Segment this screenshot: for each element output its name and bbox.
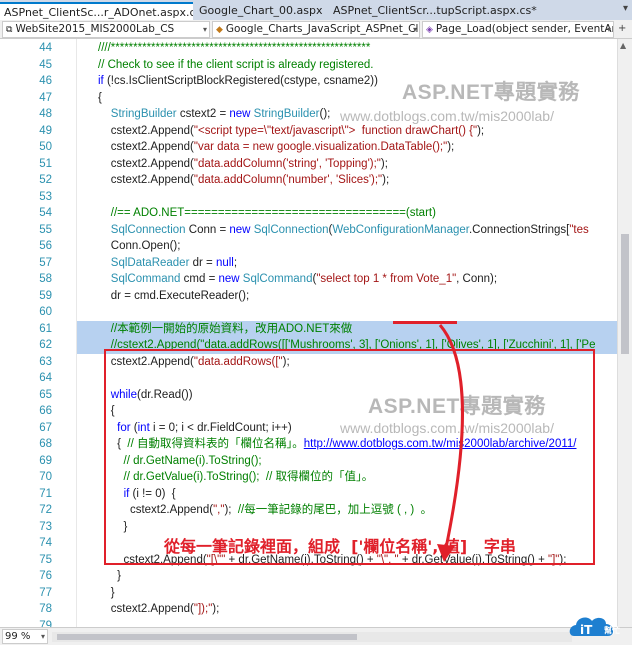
annotation-caption: 從每一筆記錄裡面，組成 ['欄位名稱', 值] 字串 (164, 537, 516, 556)
vertical-scroll-thumb[interactable] (621, 234, 629, 354)
logo-subtext: 幫忙 (604, 625, 620, 635)
ithelp-logo: iT 幫忙 (569, 617, 620, 637)
horizontal-scroll-thumb[interactable] (57, 634, 357, 640)
zoom-combo[interactable]: 99 % ▾ (2, 629, 48, 644)
logo-text: iT (580, 623, 593, 637)
chevron-down-icon: ▾ (40, 632, 45, 641)
zoom-level: 99 % (5, 631, 31, 642)
editor-bottom-bar: 99 % ▾ (0, 627, 632, 645)
horizontal-scrollbar[interactable] (52, 632, 572, 642)
vertical-scrollbar[interactable]: ▲ (617, 39, 632, 627)
scroll-up-icon[interactable]: ▲ (620, 41, 626, 50)
